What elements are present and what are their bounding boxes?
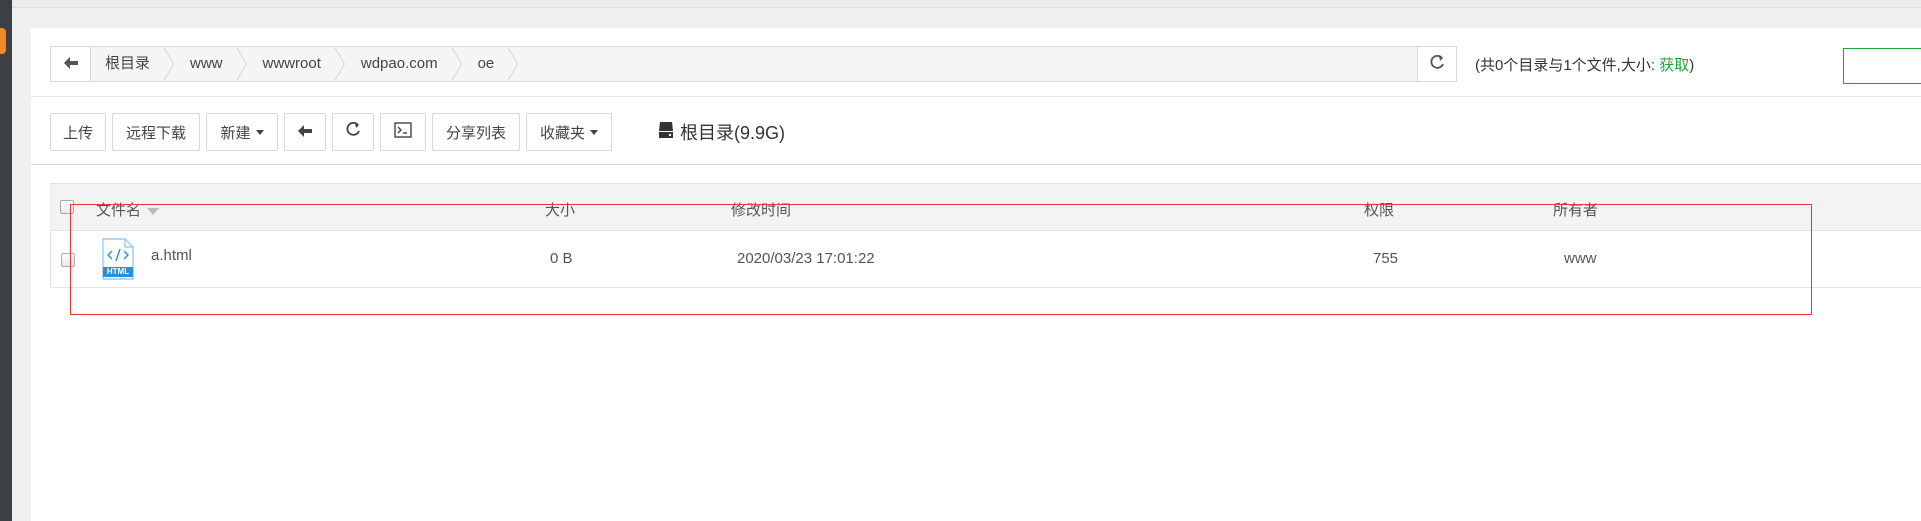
- hard-drive-icon: [658, 121, 680, 144]
- toolbar: 上传 远程下载 新建 分享列表 收藏夹 根目录(9.9G): [50, 113, 785, 151]
- sidebar-badge: [0, 28, 6, 54]
- new-dropdown-button[interactable]: 新建: [206, 113, 278, 151]
- remote-download-button[interactable]: 远程下载: [112, 113, 200, 151]
- divider: [31, 164, 1921, 165]
- file-owner[interactable]: www: [1564, 250, 1597, 267]
- top-edge: [12, 0, 1921, 8]
- favorites-label: 收藏夹: [539, 124, 585, 142]
- back-button[interactable]: [284, 113, 326, 151]
- breadcrumb-item-root[interactable]: 根目录: [91, 47, 175, 81]
- breadcrumb-item-wwwroot[interactable]: wwwroot: [246, 47, 346, 81]
- header-owner[interactable]: 所有者: [1553, 199, 1598, 220]
- file-size: 0 B: [550, 250, 573, 267]
- refresh-icon: [345, 121, 361, 142]
- share-list-button[interactable]: 分享列表: [432, 113, 520, 151]
- favorites-dropdown-button[interactable]: 收藏夹: [526, 113, 612, 151]
- header-size[interactable]: 大小: [545, 199, 575, 220]
- file-table-header: 文件名 大小 修改时间 权限 所有者: [50, 183, 1921, 231]
- file-modified: 2020/03/23 17:01:22: [737, 250, 875, 267]
- file-name-link[interactable]: a.html: [151, 247, 192, 264]
- terminal-button[interactable]: [380, 113, 426, 151]
- breadcrumb-item-site[interactable]: wdpao.com: [344, 47, 462, 81]
- select-all-checkbox[interactable]: [60, 200, 74, 214]
- file-permissions[interactable]: 755: [1373, 250, 1398, 267]
- header-name[interactable]: 文件名: [96, 199, 160, 220]
- arrow-left-icon: [298, 124, 312, 141]
- row-checkbox[interactable]: [61, 253, 75, 267]
- path-back-button[interactable]: [51, 47, 91, 81]
- disk-label: 根目录(9.9G): [680, 123, 786, 143]
- header-modified[interactable]: 修改时间: [731, 199, 791, 220]
- file-manager-panel: 根目录 www wwwroot wdpao.com oe (共0个目录与1个文件…: [31, 28, 1921, 521]
- arrow-left-icon: [63, 56, 78, 72]
- breadcrumb: 根目录 www wwwroot wdpao.com oe: [91, 47, 519, 81]
- directory-summary: (共0个目录与1个文件,大小: 获取): [1475, 54, 1694, 75]
- sort-down-icon: [147, 207, 160, 215]
- left-sidebar-edge: [0, 0, 12, 521]
- breadcrumb-item-www[interactable]: www: [174, 47, 247, 81]
- breadcrumb-item-current[interactable]: oe: [461, 47, 519, 81]
- refresh-button[interactable]: [332, 113, 374, 151]
- path-refresh-button[interactable]: [1417, 46, 1457, 82]
- terminal-icon: [394, 122, 412, 142]
- divider: [31, 96, 1921, 97]
- table-row[interactable]: HTML a.html 0 B 2020/03/23 17:01:22 755 …: [50, 231, 1921, 288]
- disk-selector[interactable]: 根目录(9.9G): [658, 119, 785, 145]
- summary-prefix: (共0个目录与1个文件,大小:: [1475, 57, 1660, 74]
- caret-down-icon: [590, 129, 598, 135]
- search-input[interactable]: [1843, 48, 1921, 84]
- refresh-icon: [1429, 54, 1445, 74]
- caret-down-icon: [255, 129, 264, 135]
- header-permissions[interactable]: 权限: [1364, 199, 1394, 220]
- summary-suffix: ): [1689, 57, 1695, 74]
- path-bar: 根目录 www wwwroot wdpao.com oe: [50, 46, 1422, 82]
- header-name-label: 文件名: [96, 202, 142, 219]
- file-type-label: HTML: [106, 267, 130, 276]
- upload-button[interactable]: 上传: [50, 113, 106, 151]
- html-file-icon: HTML: [101, 238, 135, 280]
- new-label: 新建: [220, 124, 251, 142]
- fetch-size-link[interactable]: 获取: [1659, 57, 1689, 74]
